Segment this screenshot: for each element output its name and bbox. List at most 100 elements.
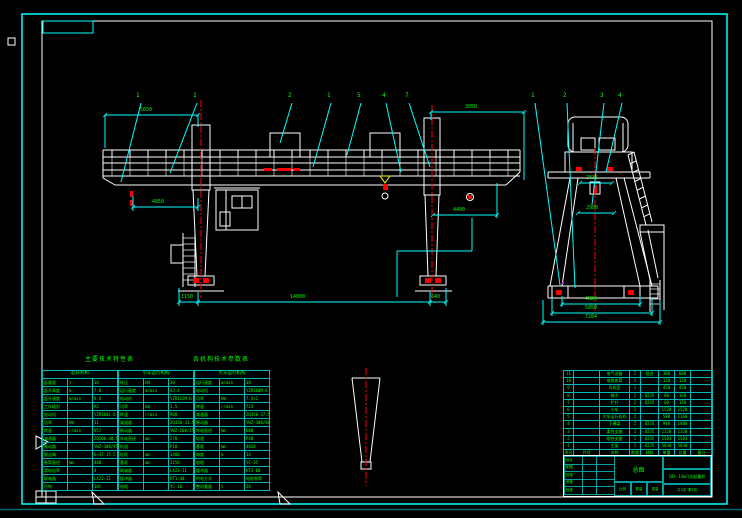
spec-cell: 起升速度 (43, 395, 68, 403)
bom-cell: 梯子 (600, 392, 630, 399)
spec-table-title-right: 各机构技术参数表 (193, 357, 249, 363)
bom-cell (574, 435, 600, 442)
bom-cell: 1 (630, 385, 641, 392)
spec-cell (144, 443, 169, 451)
bom-cell: 6 (564, 406, 574, 413)
spec-cell (144, 427, 169, 435)
sig-blank (597, 457, 615, 465)
bom-cell (574, 414, 600, 421)
spec-table-title-left: 主要技术特性表 (85, 357, 134, 363)
spec-cell: mm (220, 427, 245, 435)
spec-cell: 7.8 (93, 387, 118, 395)
spec-cell: 1.5 (169, 403, 194, 411)
bom-cell: Q235 (641, 442, 659, 449)
spec-cell: 供电方式 (195, 475, 220, 483)
bom-cell: 120 (675, 378, 691, 385)
balloon-label: 1 (193, 93, 197, 99)
spec-cell: 电动机 (43, 411, 68, 419)
spec-cell: YC-16 (169, 483, 194, 491)
balloon-label: 2 (288, 93, 292, 99)
spec-cell: 600 (245, 427, 270, 435)
bom-cell: 1160 (675, 414, 691, 421)
spec-cell: 4 (93, 467, 118, 475)
spec-cell: 9.4 (93, 395, 118, 403)
spec-cell (220, 387, 245, 395)
spec-cell: 26 (245, 483, 270, 491)
spec-cell: A5 (93, 403, 118, 411)
sheet-cell: 共1张 第1张 (663, 484, 711, 496)
spec-cell: 制动器 (119, 427, 144, 435)
sig-blank (583, 464, 597, 472)
spec-cell: 400 (93, 459, 118, 467)
dim-end-base1: 4820 (585, 297, 597, 302)
title-block: 设计制图校核审核批准 总图 比例 数量 重量 10t-14m门式起重机 共1张 … (563, 455, 712, 497)
bom-cell: 9 (564, 385, 574, 392)
bom-cell: 60 (659, 399, 675, 406)
spec-cell: 10t (93, 483, 118, 491)
spec-cell: LX23-II (169, 467, 194, 475)
spec-cell: 联轴器 (119, 467, 144, 475)
dim-end-base3: 7284 (585, 315, 597, 320)
dim-end-base2: 5850 (585, 306, 597, 311)
bom-cell: 7 (564, 399, 574, 406)
bom-cell (641, 378, 659, 385)
bom-cell: 小车 (600, 406, 630, 413)
spec-cell (68, 403, 93, 411)
balloon-label: 7 (405, 93, 409, 99)
spec-cell (220, 435, 245, 443)
bom-cell: 1583 (675, 435, 691, 442)
right-leg (415, 195, 452, 291)
spec-cell: 功率 (43, 419, 68, 427)
balloon-label: 4 (618, 93, 622, 99)
spec-cell: mm (220, 443, 245, 451)
sig-blank (597, 487, 615, 495)
spec-cell: 运行速度 (119, 387, 144, 395)
bom-cell: 1320 (659, 428, 675, 435)
sig-blank (583, 479, 597, 487)
sig-label: 批准 (565, 487, 583, 495)
dim-rail-right: 640 (431, 295, 440, 300)
bom-cell: 2 (564, 435, 574, 442)
sig-blank (597, 464, 615, 472)
bom-cell (691, 378, 713, 385)
bom-cell (691, 392, 713, 399)
spec-cell (68, 435, 93, 443)
spec-cell: 减速器 (195, 411, 220, 419)
bom-cell (574, 421, 600, 428)
bom-cell: 160 (675, 392, 691, 399)
spec-cell (144, 395, 169, 403)
bom-cell: 1 (630, 435, 641, 442)
bom-cell (691, 371, 713, 378)
spec-cell: P38 (245, 435, 270, 443)
spec-cell: kW (220, 395, 245, 403)
spec-cell: LX22-II (93, 475, 118, 483)
bom-cell: 80 (659, 392, 675, 399)
spec-cell: 电缆 (119, 483, 144, 491)
dim-left-cantilever: 5650 (140, 108, 152, 113)
spec-cell (68, 443, 93, 451)
bom-cell: 120 (659, 378, 675, 385)
spec-cell: m (220, 451, 245, 459)
spec-cell: HT1-40 (169, 475, 194, 483)
spec-cell: 电动机 (119, 395, 144, 403)
bom-cell: 120 (675, 399, 691, 406)
bom-cell (574, 442, 600, 449)
balloon-label: 3 (600, 93, 604, 99)
spec-cell (68, 411, 93, 419)
bom-cell: Q235 (641, 428, 659, 435)
spec-cell: 缓冲器 (195, 467, 220, 475)
balloon-label: 5 (357, 93, 361, 99)
bom-cell: 5830 (659, 442, 675, 449)
spec-cell: 减速器 (119, 419, 144, 427)
bom-cell (691, 421, 713, 428)
bom-cell (574, 378, 600, 385)
bom-cell: 1880 (675, 421, 691, 428)
product-name-cell: 10t-14m门式起重机 (663, 469, 711, 484)
sig-label: 设计 (565, 457, 583, 465)
sig-blank (597, 479, 615, 487)
bom-cell (641, 414, 659, 421)
spec-cell: r/min (220, 403, 245, 411)
spec-cell (220, 475, 245, 483)
bom-cell: Q235 (641, 392, 659, 399)
dim-right-gap: 4400 (453, 208, 465, 213)
